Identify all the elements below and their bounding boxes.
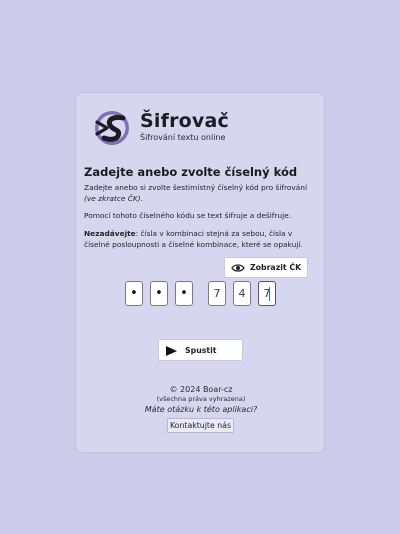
code-digit-5[interactable]: 4	[233, 281, 251, 306]
brand-name: Šifrovač	[140, 110, 229, 132]
code-digit-6[interactable]: 7	[258, 281, 276, 306]
code-digit-1[interactable]: •	[125, 281, 143, 306]
brand-subtitle: Šifrování textu online	[140, 133, 226, 142]
eye-icon	[231, 264, 245, 272]
show-code-button[interactable]: Zobrazit ČK	[224, 257, 308, 278]
play-icon	[166, 346, 177, 356]
code-digit-3[interactable]: •	[175, 281, 193, 306]
text-caret	[269, 287, 270, 301]
intro-text: Zadejte anebo si zvolte šestimístný číse…	[84, 183, 308, 192]
warning-label: Nezadávejte	[84, 229, 136, 238]
intro-end: .	[140, 193, 143, 203]
brand-header: Šifrovač Šifrování textu online	[93, 109, 313, 149]
run-button-label: Spustit	[185, 346, 217, 355]
show-code-label: Zobrazit ČK	[250, 263, 302, 272]
code-digit-2[interactable]: •	[150, 281, 168, 306]
page-title: Zadejte anebo zvolte číselný kód	[84, 165, 298, 179]
intro-note: (ve zkratce ČK)	[84, 193, 141, 203]
main-card: Šifrovač Šifrování textu online Zadejte …	[75, 92, 325, 453]
usage-paragraph: Pomocí tohoto číselného kódu se text šif…	[84, 211, 292, 220]
contact-button[interactable]: Kontaktujte nás	[167, 418, 234, 433]
intro-paragraph: Zadejte anebo si zvolte šestimístný číse…	[84, 183, 320, 204]
warning-paragraph: Nezadávejte: čísla v kombinaci stejná za…	[84, 229, 320, 250]
code-digit-4[interactable]: 7	[208, 281, 226, 306]
copyright-text: © 2024 Boar-cz	[169, 385, 233, 394]
sifrovac-logo-icon	[95, 111, 129, 145]
run-button[interactable]: Spustit	[158, 339, 243, 361]
rights-text: (všechna práva vyhrazena)	[156, 395, 246, 403]
question-text: Máte otázku k této aplikaci?	[144, 405, 258, 414]
